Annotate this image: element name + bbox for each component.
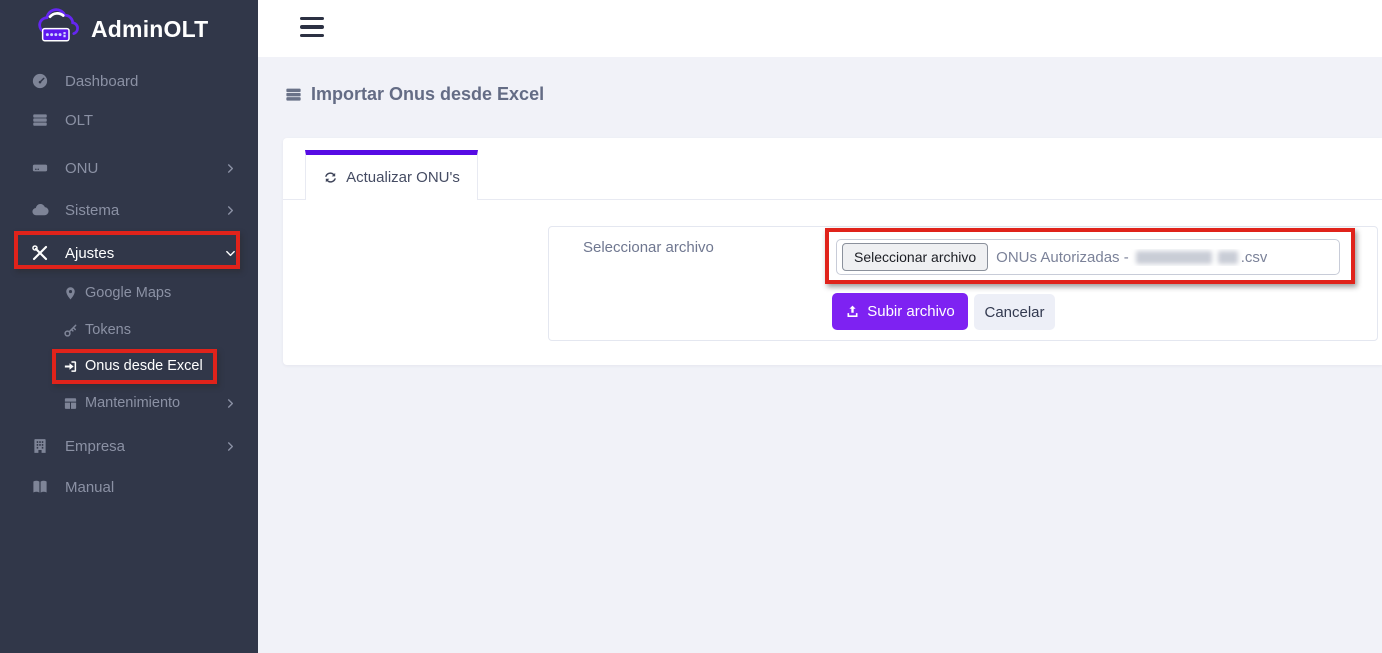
sidebar-item-google-maps[interactable]: Google Maps xyxy=(0,274,258,312)
sidebar-item-sistema[interactable]: Sistema xyxy=(0,189,258,231)
topbar xyxy=(258,0,1382,57)
book-icon xyxy=(30,477,50,497)
brand-logo[interactable]: AdminOLT xyxy=(34,7,209,51)
dashboard-gauge-icon xyxy=(30,71,50,91)
table-icon xyxy=(62,395,78,411)
file-field-label: Seleccionar archivo xyxy=(583,239,714,256)
sidebar-item-olt[interactable]: OLT xyxy=(0,99,258,141)
chevron-right-icon xyxy=(225,398,236,409)
upload-file-button[interactable]: Subir archivo xyxy=(832,293,968,330)
upload-icon xyxy=(845,304,860,319)
cloud-icon xyxy=(30,200,50,220)
sidebar-item-label: OLT xyxy=(65,111,94,129)
filename-prefix: ONUs Autorizadas - xyxy=(996,248,1129,266)
file-input[interactable]: Seleccionar archivo ONUs Autorizadas - .… xyxy=(836,239,1340,275)
upload-button-label: Subir archivo xyxy=(867,303,955,320)
choose-file-button[interactable]: Seleccionar archivo xyxy=(842,243,989,271)
sidebar-item-label: Google Maps xyxy=(85,285,172,301)
tab-label: Actualizar ONU's xyxy=(346,169,460,186)
sidebar-item-mantenimiento[interactable]: Mantenimiento xyxy=(0,384,258,422)
chevron-down-icon xyxy=(225,248,236,259)
page-title: Importar Onus desde Excel xyxy=(284,84,544,105)
sidebar-item-label: Ajustes xyxy=(65,244,115,262)
sidebar: AdminOLT Dashboard OLT ONU Sistema Ajust… xyxy=(0,0,258,653)
sidebar-item-label: Manual xyxy=(65,478,115,496)
sidebar-item-onu[interactable]: ONU xyxy=(0,147,258,189)
server-icon xyxy=(30,110,50,130)
sidebar-item-empresa[interactable]: Empresa xyxy=(0,425,258,467)
filename-extension: .csv xyxy=(1240,248,1268,266)
refresh-icon xyxy=(323,170,338,185)
sign-in-icon xyxy=(62,358,78,374)
page-title-text: Importar Onus desde Excel xyxy=(311,84,545,104)
sidebar-item-label: Onus desde Excel xyxy=(85,358,203,374)
sidebar-item-label: Sistema xyxy=(65,201,120,219)
selected-filename: ONUs Autorizadas - .csv xyxy=(996,249,1267,266)
cancel-button-label: Cancelar xyxy=(984,303,1045,321)
sidebar-item-onus-desde-excel[interactable]: Onus desde Excel xyxy=(0,347,258,385)
hamburger-menu-icon[interactable] xyxy=(300,17,324,37)
map-marker-icon xyxy=(62,285,78,301)
onu-device-icon xyxy=(30,158,50,178)
tools-icon xyxy=(30,243,50,263)
sidebar-item-ajustes[interactable]: Ajustes xyxy=(0,232,258,274)
chevron-right-icon xyxy=(225,163,236,174)
sidebar-item-manual[interactable]: Manual xyxy=(0,466,258,508)
brand-name: AdminOLT xyxy=(91,15,209,42)
sidebar-item-dashboard[interactable]: Dashboard xyxy=(0,60,258,102)
server-icon xyxy=(284,85,303,104)
cloud-olt-logo-icon xyxy=(34,7,84,51)
sidebar-item-label: Tokens xyxy=(85,322,131,338)
sidebar-item-label: ONU xyxy=(65,159,99,177)
tab-actualizar-onus[interactable]: Actualizar ONU's xyxy=(305,150,478,200)
sidebar-item-label: Empresa xyxy=(65,437,126,455)
key-icon xyxy=(62,322,78,338)
chevron-right-icon xyxy=(225,441,236,452)
sidebar-item-tokens[interactable]: Tokens xyxy=(0,311,258,349)
filename-redacted-segment xyxy=(1135,250,1212,264)
filename-redacted-segment xyxy=(1217,250,1238,264)
cancel-button[interactable]: Cancelar xyxy=(974,294,1055,330)
sidebar-item-label: Dashboard xyxy=(65,72,139,90)
building-icon xyxy=(30,436,50,456)
sidebar-item-label: Mantenimiento xyxy=(85,395,181,411)
chevron-right-icon xyxy=(225,205,236,216)
